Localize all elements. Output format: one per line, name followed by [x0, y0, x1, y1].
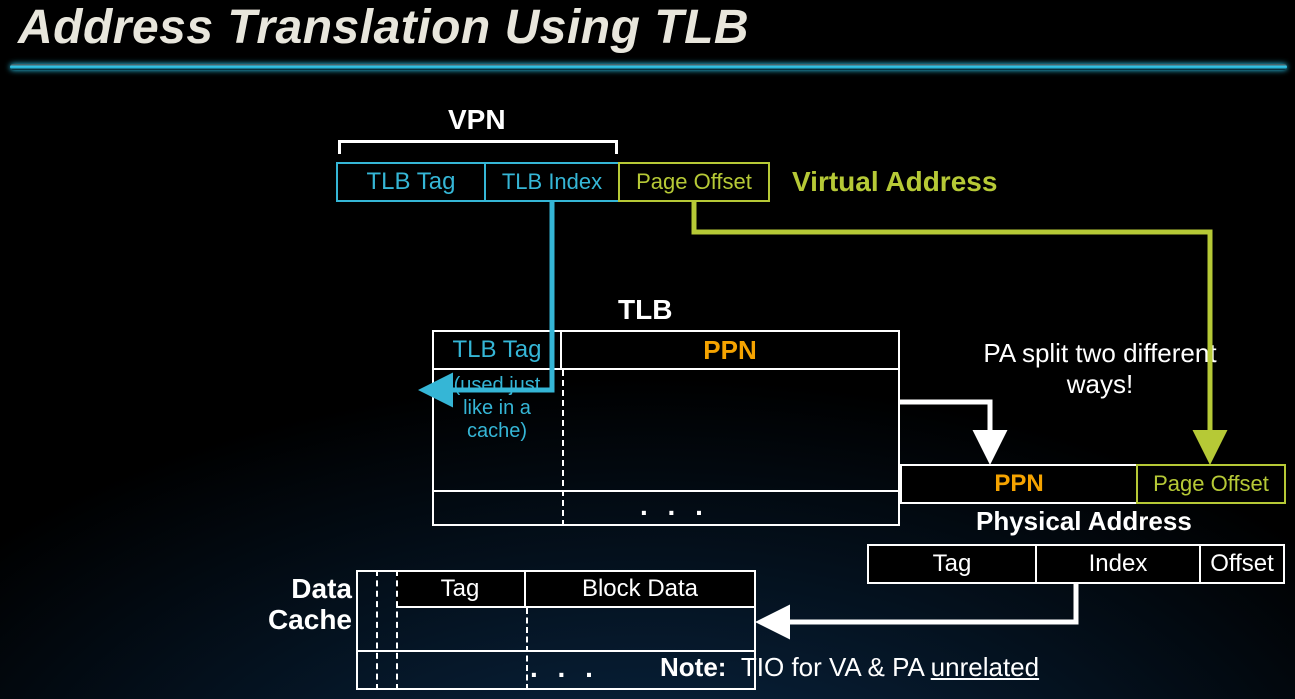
- cache-header-tag: Tag: [396, 570, 526, 608]
- pa-tag: Tag: [867, 544, 1037, 584]
- cache-ellipsis: . . .: [530, 652, 599, 684]
- tlb-header-tag: TLB Tag: [432, 330, 562, 370]
- tlb-ellipsis: . . .: [640, 490, 709, 522]
- pa-page-offset: Page Offset: [1136, 464, 1286, 504]
- footer-note-underline: unrelated: [931, 652, 1039, 682]
- tlb-dashed-divider: [562, 370, 564, 526]
- title-rule: [10, 64, 1287, 70]
- pa-hint: PA split two different ways!: [960, 338, 1240, 400]
- pa-offset: Offset: [1199, 544, 1285, 584]
- pa-index: Index: [1035, 544, 1201, 584]
- cache-header-data: Block Data: [524, 570, 756, 608]
- va-tlb-tag: TLB Tag: [336, 162, 486, 202]
- va-label: Virtual Address: [792, 166, 997, 198]
- va-tlb-index: TLB Index: [484, 162, 620, 202]
- cache-dashed-1: [376, 570, 378, 690]
- slide: Address Translation Using TLB VPN TLB Ta…: [0, 0, 1295, 699]
- va-page-offset: Page Offset: [618, 162, 770, 202]
- tlb-header-ppn-cell: PPN: [560, 330, 900, 370]
- tlb-header-tag-text: TLB Tag: [453, 336, 542, 364]
- cache-col-divider: [526, 608, 528, 690]
- cache-label: Data Cache: [232, 574, 352, 636]
- arrow-ppn-to-pa: [900, 402, 990, 458]
- tlb-note: (used just like in a cache): [436, 374, 558, 443]
- footer-note: Note: TIO for VA & PA unrelated: [660, 652, 1039, 683]
- footer-note-bold: Note:: [660, 652, 726, 682]
- tlb-header-ppn-text: PPN: [703, 335, 756, 366]
- vpn-label: VPN: [448, 104, 506, 136]
- tlb-title: TLB: [618, 294, 672, 326]
- arrow-pa-to-cache: [762, 584, 1076, 622]
- page-title: Address Translation Using TLB: [18, 0, 749, 55]
- pa-label: Physical Address: [976, 506, 1192, 537]
- cache-dashed-2: [396, 570, 398, 690]
- vpn-bracket: [338, 140, 618, 154]
- pa-ppn: PPN: [900, 464, 1138, 504]
- footer-note-text: TIO for VA & PA: [741, 652, 931, 682]
- pa-ppn-text: PPN: [994, 470, 1043, 498]
